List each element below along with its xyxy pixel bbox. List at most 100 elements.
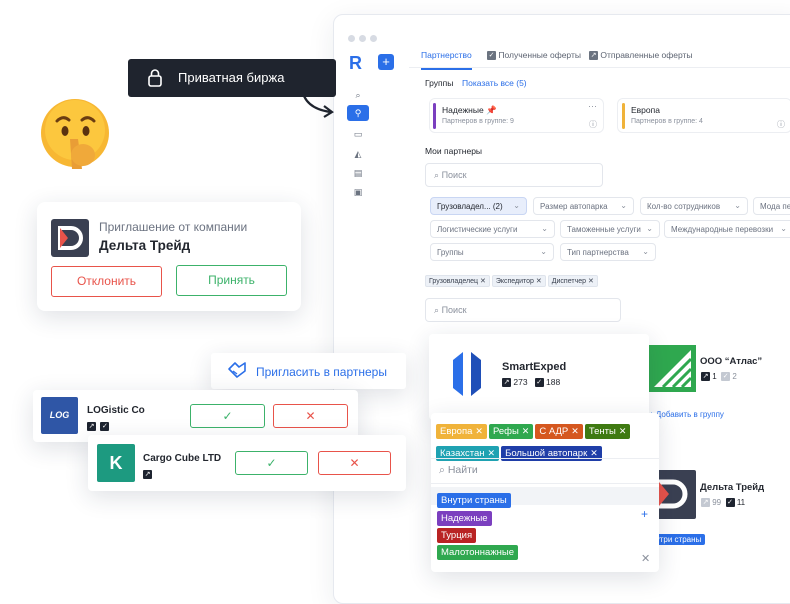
reject-button[interactable]: ✕ [273, 404, 348, 428]
rail-icon-2[interactable]: ▭ [353, 129, 363, 139]
app-logo: R [349, 53, 362, 73]
filter-logistics[interactable]: Логистические услуги ⌄ [430, 220, 555, 238]
search-icon: ⌕ [434, 305, 440, 315]
cargo-cube-logo: K [97, 444, 135, 482]
close-icon: ✕ [349, 456, 360, 470]
plus-icon[interactable]: + [641, 507, 648, 521]
invite-from-label: Приглашение от компании [99, 220, 248, 234]
check-icon: ✓ [222, 409, 233, 423]
chip[interactable]: Диспетчер ✕ [547, 275, 598, 287]
arrow-icon [296, 86, 341, 125]
accept-button[interactable]: ✓ [235, 451, 308, 475]
group-count: Партнеров в группе: 9 [442, 118, 514, 125]
search-icon: ⌕ [439, 464, 445, 476]
rail-icon-4[interactable]: ▤ [353, 168, 363, 178]
smartexped-logo [447, 350, 487, 403]
invite-partners-button[interactable]: Пригласить в партнеры [211, 353, 406, 389]
filter-groups[interactable]: Группы ⌄ [430, 243, 554, 261]
invitation-card: Приглашение от компании Дельта Трейд Отк… [37, 202, 301, 311]
invite-badges: ↗ [143, 470, 152, 480]
active-chips: Грузовладелец ✕ Экспедитор ✕ Диспетчер ✕ [425, 270, 600, 288]
smartexped-card: SmartExped ↗ 273 ✓ 188 [429, 334, 649, 420]
check-icon: ✓ [266, 456, 277, 470]
close-icon: ✕ [487, 448, 496, 458]
tab-sent[interactable]: ↗ Отправленные оферты [589, 50, 693, 61]
search-icon: ⌕ [434, 170, 440, 180]
shush-emoji-icon [40, 97, 110, 171]
filter-international[interactable]: Международные перевозки ⌄ [664, 220, 790, 238]
window-controls [348, 29, 381, 47]
close-icon: ✕ [618, 426, 627, 436]
group-count: Партнеров в группе: 4 [631, 118, 703, 125]
rail-icon-5[interactable]: ▣ [353, 187, 363, 197]
chip[interactable]: Грузовладелец ✕ [425, 275, 490, 287]
lock-icon [148, 69, 162, 92]
add-to-group-link[interactable]: + Добавить в группу [649, 410, 724, 419]
tag-refs[interactable]: Рефы ✕ [488, 424, 534, 439]
tab-bar: Партнерство ✓ Полученные оферты ↗ Отправ… [409, 42, 790, 70]
rail-icon-3[interactable]: ◭ [353, 149, 363, 159]
partner-name: SmartExped [502, 361, 567, 373]
company-logo [51, 219, 89, 257]
partner-name: ООО “Атлас” [700, 356, 763, 367]
tag-adr[interactable]: С АДР ✕ [535, 424, 583, 439]
tab-partnership[interactable]: Партнерство [421, 50, 472, 70]
invite-company-name: Дельта Трейд [99, 238, 191, 253]
tag-europe[interactable]: Европа ✕ [436, 424, 487, 439]
group-name: Надежные 📌 [442, 105, 497, 115]
accept-button[interactable]: Принять [176, 265, 287, 296]
rail-icon-1[interactable]: ⌕ [353, 90, 363, 100]
chip[interactable]: Экспедитор ✕ [491, 275, 546, 287]
close-icon: ✕ [571, 426, 579, 436]
filter-employees[interactable]: Кол-во сотрудников ⌄ [640, 197, 748, 215]
reject-button[interactable]: ✕ [318, 451, 391, 475]
filter-partnership-type[interactable]: Тип партнерства ⌄ [560, 243, 656, 261]
reject-button[interactable]: Отклонить [51, 266, 162, 297]
accept-button[interactable]: ✓ [190, 404, 265, 428]
group-color-bar [433, 103, 436, 129]
invite-row-cargo-cube: K Cargo Cube LTD ↗ ✓ ✕ [88, 435, 406, 491]
tag-search-input[interactable]: ⌕ Найти [439, 464, 478, 477]
group-name: Европа [631, 105, 660, 115]
logistic-logo: LOG [41, 397, 78, 434]
filter-fleet-size[interactable]: Размер автопарка ⌄ [533, 197, 634, 215]
partner-name: Дельта Трейд [700, 482, 765, 493]
partner-stats: ↗ 273 ✓ 188 [502, 377, 561, 388]
invite-company-name: Cargo Cube LTD [143, 453, 222, 464]
filter-cargo-owner[interactable]: Грузовладел... (2) ⌄ [430, 197, 527, 215]
partners-search-input[interactable]: ⌕ Поиск [425, 163, 603, 187]
tag-tents[interactable]: Тенты ✕ [584, 424, 631, 439]
groups-title: Группы [425, 78, 454, 88]
close-icon[interactable]: ✕ [641, 552, 650, 565]
close-icon: ✕ [305, 409, 316, 423]
my-partners-title: Мои партнеры [425, 146, 483, 156]
tooltip-label: Приватная биржа [178, 70, 285, 85]
group-color-bar [622, 103, 625, 129]
group-card-reliable[interactable]: Надежные 📌 Партнеров в группе: 9 ··· ⓘ [429, 98, 604, 133]
partner-stats: ↗ 1 ✓ 2 [701, 372, 737, 382]
invite-partners-label: Пригласить в партнеры [256, 365, 387, 379]
info-icon: ⓘ [777, 120, 785, 129]
close-icon: ✕ [590, 448, 598, 458]
divider [431, 483, 659, 484]
handshake-icon [227, 361, 247, 384]
add-button[interactable]: + [378, 54, 394, 70]
partners-search-input-2[interactable]: ⌕ Поиск [425, 298, 621, 322]
filter-mode[interactable]: Мода пе [753, 197, 790, 215]
more-icon[interactable]: ··· [588, 101, 597, 111]
info-icon: ⓘ [589, 120, 597, 129]
close-icon: ✕ [475, 426, 483, 436]
tab-received[interactable]: ✓ Полученные оферты [487, 50, 581, 61]
filter-customs[interactable]: Таможенные услуги ⌄ [560, 220, 660, 238]
invite-company-name: LOGistic Co [87, 405, 145, 416]
tag-option[interactable]: Малотоннажные [437, 542, 520, 564]
partner-stats: ↗ 99 ✓ 11 [701, 498, 746, 508]
divider [431, 458, 659, 459]
group-card-europe[interactable]: Европа Партнеров в группе: 4 ⓘ [617, 98, 790, 133]
rail-icon-active[interactable]: ⚲ [347, 105, 369, 121]
show-all-link[interactable]: Показать все (5) [462, 78, 527, 88]
invite-badges: ↗ ✓ [87, 422, 110, 432]
partner-logo-atlas [649, 345, 696, 392]
tag-picker: Европа ✕ Рефы ✕ С АДР ✕ Тенты ✕Казахстан ✕ Большо… [431, 413, 659, 572]
close-icon: ✕ [521, 426, 530, 436]
